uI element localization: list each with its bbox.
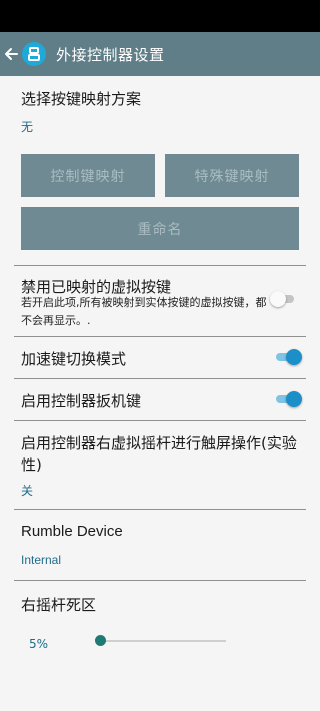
status-bar bbox=[0, 0, 320, 32]
toggle-thumb bbox=[286, 391, 302, 407]
mapping-scheme-title[interactable]: 选择按键映射方案 bbox=[21, 88, 141, 109]
right-stick-touch-title[interactable]: 启用控制器右虚拟摇杆进行触屏操作(实验性) bbox=[21, 432, 306, 476]
mapping-scheme-value: 无 bbox=[21, 120, 34, 134]
logo-icon bbox=[28, 47, 40, 61]
app-bar: 外接控制器设置 bbox=[0, 32, 320, 76]
deadzone-slider-track[interactable] bbox=[100, 640, 226, 642]
app-logo bbox=[22, 42, 46, 66]
rename-button[interactable]: 重命名 bbox=[21, 207, 299, 250]
divider bbox=[14, 580, 306, 581]
accelerate-switch-title[interactable]: 加速键切换模式 bbox=[21, 348, 126, 369]
toggle-thumb bbox=[286, 349, 302, 365]
deadzone-title: 右摇杆死区 bbox=[21, 596, 97, 614]
special-key-mapping-button[interactable]: 特殊键映射 bbox=[165, 154, 299, 197]
right-stick-touch-value: 关 bbox=[21, 484, 34, 498]
rumble-device-title[interactable]: Rumble Device bbox=[21, 523, 123, 540]
divider bbox=[14, 378, 306, 379]
divider bbox=[14, 420, 306, 421]
divider bbox=[14, 509, 306, 510]
deadzone-slider-thumb[interactable] bbox=[95, 635, 106, 646]
divider bbox=[14, 336, 306, 337]
deadzone-value: 5% bbox=[29, 637, 49, 651]
trigger-keys-title[interactable]: 启用控制器扳机键 bbox=[21, 390, 141, 411]
accelerate-switch-toggle[interactable] bbox=[274, 349, 302, 365]
control-key-mapping-button[interactable]: 控制键映射 bbox=[21, 154, 155, 197]
back-button[interactable] bbox=[0, 32, 22, 76]
arrow-left-icon bbox=[5, 48, 18, 60]
toggle-thumb bbox=[270, 291, 286, 307]
page-title: 外接控制器设置 bbox=[56, 45, 165, 64]
rumble-device-value: Internal bbox=[21, 553, 62, 567]
disable-mapped-description: 若开启此项,所有被映射到实体按键的虚拟按键，都不会再显示。. bbox=[21, 296, 267, 327]
disable-mapped-toggle[interactable] bbox=[270, 291, 298, 307]
divider bbox=[14, 265, 306, 266]
trigger-keys-toggle[interactable] bbox=[274, 391, 302, 407]
